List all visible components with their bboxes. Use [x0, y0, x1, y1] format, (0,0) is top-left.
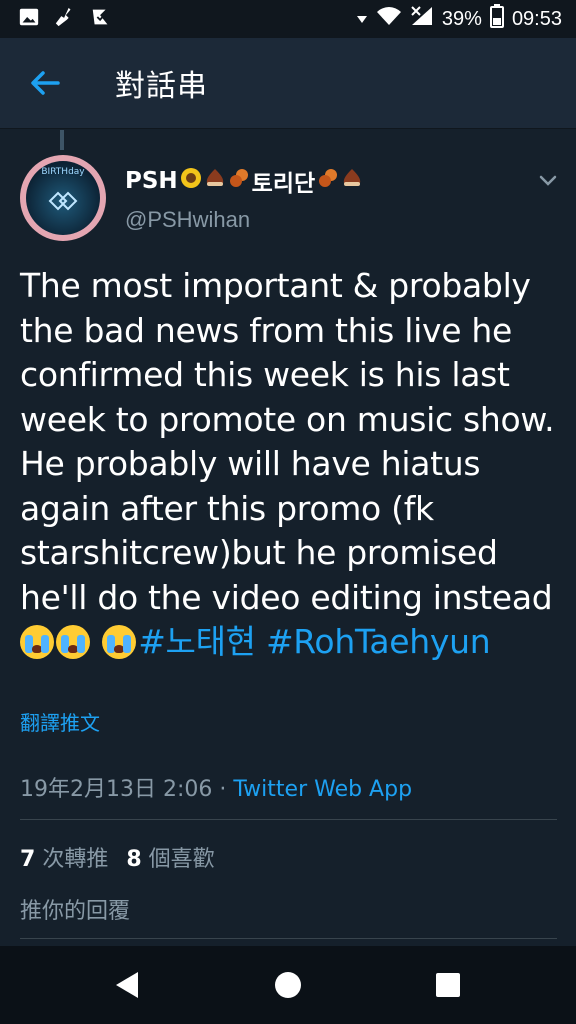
battery-icon: [489, 4, 504, 34]
reply-underline: [20, 938, 557, 939]
meta-separator: ·: [212, 777, 234, 802]
retweets-label: 次轉推: [42, 847, 109, 872]
triangle-back-icon: [116, 972, 138, 998]
nav-back-button[interactable]: [100, 958, 154, 1012]
display-name-korean: 토리단: [251, 171, 316, 197]
square-recents-icon: [436, 973, 460, 997]
thread-connector: [60, 130, 64, 150]
tweet-text: The most important & probably the bad ne…: [20, 264, 560, 665]
circle-home-icon: [275, 972, 301, 998]
tweet-menu-button[interactable]: [536, 168, 560, 192]
battery-percent: 39%: [441, 7, 482, 30]
squirrel-icon: [228, 167, 250, 195]
loudly-crying-face-icon: [20, 625, 54, 659]
retweets-stat[interactable]: 7 次轉推: [20, 841, 108, 873]
cell-signal-icon: [410, 5, 434, 33]
squirrel-icon: [317, 167, 339, 195]
source-link[interactable]: Twitter Web App: [233, 777, 412, 802]
display-name-text: PSH: [125, 168, 178, 194]
likes-count: 8: [126, 847, 142, 872]
translate-tweet-link[interactable]: 翻譯推文: [20, 707, 100, 736]
timestamp: 19年2月13日 2:06: [20, 777, 213, 802]
avatar-caption: BIRTHday: [41, 167, 85, 177]
loudly-crying-face-icon: [102, 625, 137, 659]
page-title: 對話串: [115, 69, 208, 104]
status-bar: 39% 09:53: [0, 0, 576, 38]
divider: [20, 819, 557, 820]
display-name[interactable]: PSH 토리단: [125, 164, 363, 198]
signal-down-icon: [356, 8, 368, 31]
nav-home-button[interactable]: [261, 958, 315, 1012]
tweet-stats: 7 次轉推 8 個喜歡: [20, 841, 215, 873]
arrow-left-icon: [31, 71, 60, 95]
chestnut-icon: [204, 167, 226, 195]
check-task-icon: [90, 6, 112, 33]
likes-stat[interactable]: 8 個喜歡: [126, 841, 214, 873]
user-handle[interactable]: @PSHwihan: [125, 207, 250, 233]
clock: 09:53: [511, 7, 562, 30]
retweets-count: 7: [20, 847, 36, 872]
broom-icon: [54, 6, 76, 33]
avatar-logo-icon: [48, 191, 78, 211]
back-button[interactable]: [20, 58, 70, 108]
system-nav-bar: [0, 946, 576, 1024]
hashtag-link[interactable]: #노태현: [138, 622, 256, 661]
loudly-crying-face-icon: [56, 625, 90, 659]
chevron-down-icon: [539, 175, 557, 186]
tweet-body: The most important & probably the bad ne…: [20, 266, 555, 617]
avatar[interactable]: BIRTHday: [20, 155, 106, 241]
tweet-meta: 19年2月13日 2:06 · Twitter Web App: [20, 771, 412, 803]
sunflower-icon: [180, 167, 202, 195]
nav-recents-button[interactable]: [421, 958, 475, 1012]
likes-label: 個喜歡: [148, 847, 215, 872]
wifi-icon: [376, 5, 402, 33]
app-header: 對話串: [0, 38, 576, 129]
chestnut-icon: [341, 167, 363, 195]
hashtag-link[interactable]: #RohTaehyun: [266, 622, 491, 661]
reply-input[interactable]: 推你的回覆: [20, 893, 540, 925]
gallery-icon: [18, 6, 40, 33]
